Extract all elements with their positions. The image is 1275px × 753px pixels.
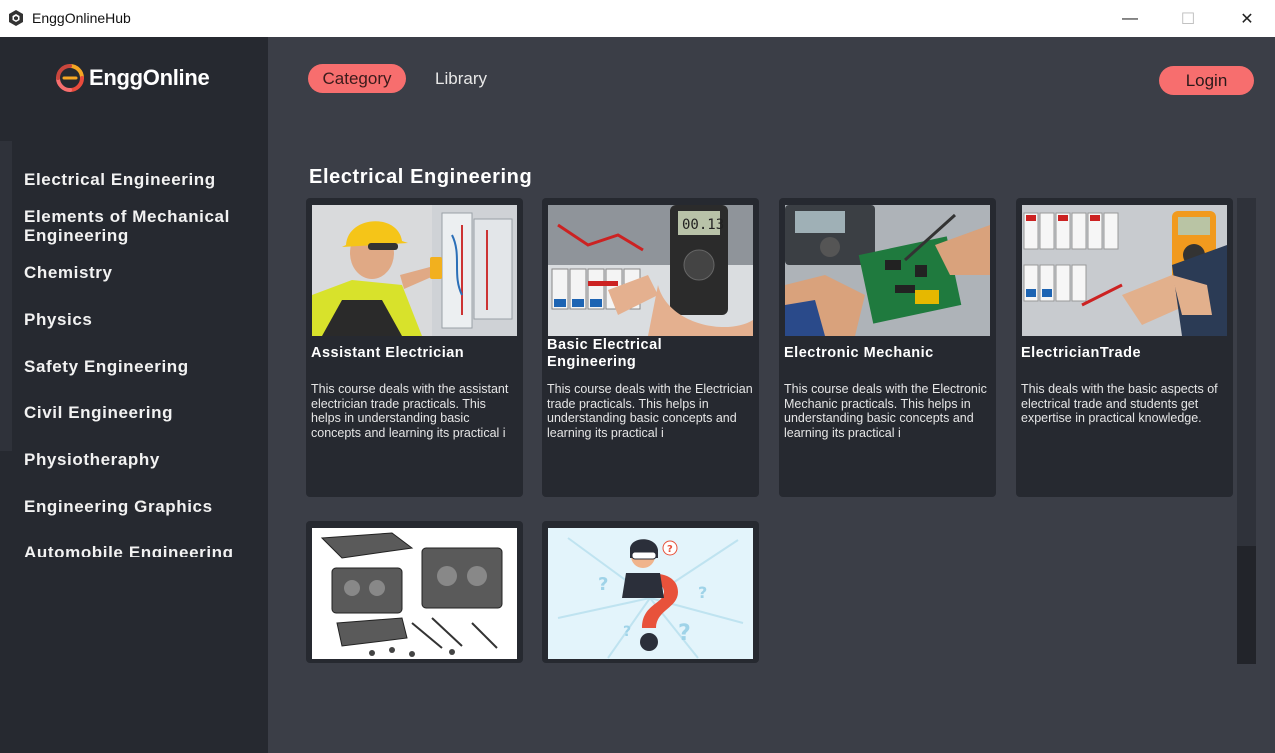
svg-text:?: ? [667,544,673,555]
course-title: Basic Electrical Engineering [547,337,663,370]
sidebar-item-safety-engineering[interactable]: Safety Engineering [24,357,254,376]
sidebar: EnggOnline Electrical Engineering Elemen… [0,37,268,753]
multimeter-photo-icon: 00.13 [548,205,753,336]
tab-library[interactable]: Library [423,64,499,93]
category-list: Electrical Engineering Elements of Mecha… [24,165,264,557]
course-title: ElectricianTrade [1021,345,1142,361]
svg-text:?: ? [598,574,608,595]
course-card-unknown[interactable]: ?? ?? ? [542,521,759,663]
app-cube-icon [9,10,23,26]
course-card-electronic-mechanic[interactable]: Electronic Mechanic This course deals wi… [779,198,996,497]
logo-text: EnggOnline [89,65,210,90]
sidebar-item-mechanical-engineering[interactable]: Elements of Mechanical Engineering [24,207,254,245]
sidebar-item-electrical-engineering[interactable]: Electrical Engineering [24,170,254,189]
circuit-board-photo-icon [785,205,990,336]
course-card-basic-electrical-engineering[interactable]: 00.13 Basic Electrical Engineering This … [542,198,759,497]
engine-parts-photo-icon [312,528,517,659]
brand-logo[interactable]: EnggOnline [55,63,210,93]
course-title: Electronic Mechanic [784,345,934,361]
electrician-photo-icon [312,205,517,336]
course-card-engine[interactable] [306,521,523,663]
sidebar-item-civil-engineering[interactable]: Civil Engineering [24,403,254,422]
window-title: EnggOnlineHub [32,10,131,26]
sidebar-item-engineering-graphics[interactable]: Engineering Graphics [24,497,254,516]
course-description: This deals with the basic aspects of ele… [1021,382,1218,426]
section-title: Electrical Engineering [309,166,533,188]
course-description: This course deals with the assistant ele… [311,382,509,440]
sidebar-item-automobile-engineering[interactable]: Automobile Engineering [24,543,254,557]
logo-swirl-icon [56,64,84,92]
sidebar-item-chemistry[interactable]: Chemistry [24,263,254,282]
sidebar-item-physics[interactable]: Physics [24,310,254,329]
minimize-button[interactable]: — [1107,0,1153,37]
question-mark-illustration-icon: ?? ?? ? [548,528,753,659]
course-title: Assistant Electrician [311,345,465,361]
svg-text:00.13: 00.13 [682,217,724,233]
content-scrollbar-thumb[interactable] [1237,546,1256,664]
maximize-button[interactable]: ☐ [1165,0,1211,37]
close-button[interactable]: ✕ [1224,0,1270,37]
svg-text:?: ? [623,624,631,640]
login-button[interactable]: Login [1159,66,1254,95]
sidebar-scroll-indicator [0,141,12,451]
panel-testing-photo-icon [1022,205,1227,336]
sidebar-item-physiotheraphy[interactable]: Physiotheraphy [24,450,254,469]
svg-text:?: ? [698,583,707,602]
course-description: This course deals with the Electrician t… [547,382,753,440]
course-description: This course deals with the Electronic Me… [784,382,987,440]
course-card-electrician-trade[interactable]: ElectricianTrade This deals with the bas… [1016,198,1233,497]
course-card-assistant-electrician[interactable]: Assistant Electrician This course deals … [306,198,523,497]
window-title-bar: EnggOnlineHub — ☐ ✕ [0,0,1275,37]
svg-text:?: ? [678,621,691,646]
tab-category[interactable]: Category [308,64,406,93]
